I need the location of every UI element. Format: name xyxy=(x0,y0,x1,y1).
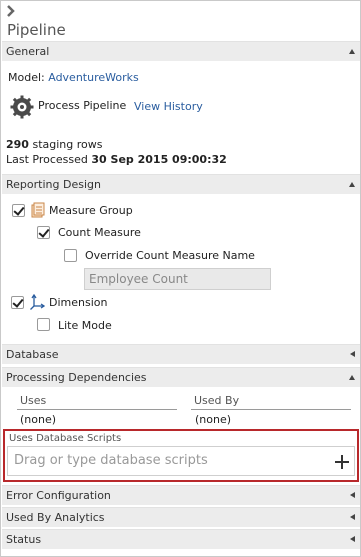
dimension-label: Dimension xyxy=(49,296,108,309)
database-scripts-highlight: Uses Database Scripts Drag or type datab… xyxy=(3,429,359,482)
uses-column-header: Uses xyxy=(17,394,177,410)
section-header-error-configuration[interactable]: Error Configuration xyxy=(2,485,360,505)
section-title: Status xyxy=(6,533,42,546)
used-by-label: Used By xyxy=(194,394,240,407)
count-measure-label: Count Measure xyxy=(58,226,141,239)
collapse-arrow-icon xyxy=(349,49,355,54)
section-header-database[interactable]: Database xyxy=(2,344,360,364)
model-label: Model: xyxy=(8,71,45,84)
section-title: Processing Dependencies xyxy=(6,371,147,384)
staging-rows: 290 staging rows xyxy=(6,138,102,151)
expand-arrow-icon xyxy=(350,514,355,520)
collapse-arrow-icon xyxy=(349,375,355,380)
staging-count: 290 xyxy=(6,138,29,151)
model-row: Model: AdventureWorks xyxy=(8,71,139,84)
section-title: Database xyxy=(6,348,59,361)
section-header-processing-dependencies[interactable]: Processing Dependencies xyxy=(2,367,360,387)
dimension-checkbox[interactable] xyxy=(11,296,24,309)
section-header-general[interactable]: General xyxy=(2,41,360,61)
section-header-used-by-analytics[interactable]: Used By Analytics xyxy=(2,507,360,527)
collapse-arrow-icon xyxy=(349,182,355,187)
section-header-reporting-design[interactable]: Reporting Design xyxy=(2,174,360,194)
lite-mode-checkbox[interactable] xyxy=(37,318,50,331)
expand-arrow-icon xyxy=(350,492,355,498)
last-processed: Last Processed 30 Sep 2015 09:00:32 xyxy=(6,153,227,166)
override-name-label: Override Count Measure Name xyxy=(85,249,255,262)
staging-label: staging rows xyxy=(32,138,103,151)
database-scripts-label: Uses Database Scripts xyxy=(9,433,122,444)
model-link[interactable]: AdventureWorks xyxy=(48,71,138,84)
lite-mode-label: Lite Mode xyxy=(58,319,112,332)
page-title: Pipeline xyxy=(7,21,66,39)
gear-icon xyxy=(10,95,34,119)
last-processed-value: 30 Sep 2015 09:00:32 xyxy=(91,153,227,166)
override-name-checkbox[interactable] xyxy=(64,249,77,262)
section-title: General xyxy=(6,45,50,58)
measure-group-checkbox[interactable] xyxy=(12,204,25,217)
section-title: Reporting Design xyxy=(6,178,101,191)
section-title: Used By Analytics xyxy=(6,511,105,524)
used-by-value: (none) xyxy=(195,413,232,426)
chevron-right-icon[interactable] xyxy=(6,5,16,17)
expand-arrow-icon xyxy=(350,536,355,542)
pipeline-panel: Pipeline General Model: AdventureWorks P… xyxy=(0,0,361,557)
used-by-column-header: Used By xyxy=(191,394,351,410)
count-measure-name-input: Employee Count xyxy=(84,268,271,290)
section-header-status[interactable]: Status xyxy=(2,529,360,549)
process-pipeline-button[interactable]: Process Pipeline xyxy=(38,99,126,112)
uses-value: (none) xyxy=(20,413,57,426)
plus-icon[interactable] xyxy=(335,455,349,469)
dimension-icon xyxy=(30,294,45,310)
measure-group-icon xyxy=(31,202,45,218)
uses-label: Uses xyxy=(20,394,47,407)
count-measure-checkbox[interactable] xyxy=(37,226,50,239)
view-history-link[interactable]: View History xyxy=(134,100,203,113)
database-scripts-input[interactable]: Drag or type database scripts xyxy=(7,446,355,476)
expand-arrow-icon xyxy=(350,351,355,357)
measure-group-label: Measure Group xyxy=(49,204,133,217)
section-title: Error Configuration xyxy=(6,489,111,502)
last-processed-label: Last Processed xyxy=(6,153,88,166)
